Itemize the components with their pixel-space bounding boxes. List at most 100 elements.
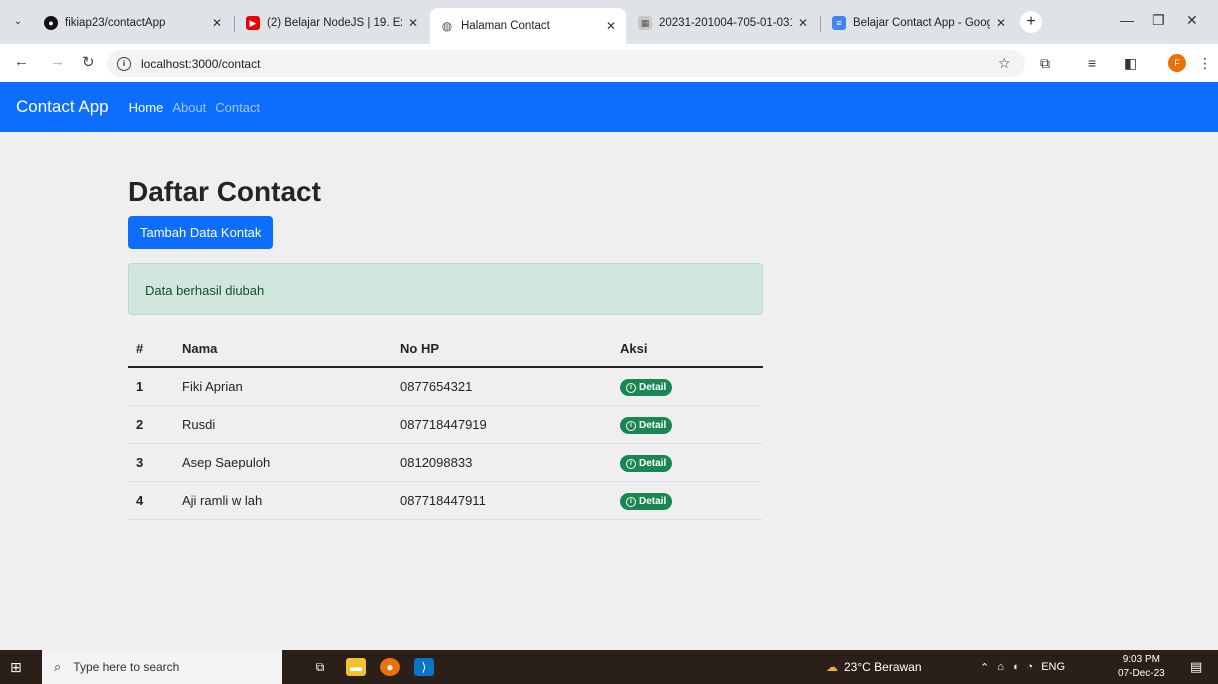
table-row: 3 Asep Saepuloh 0812098833 i Detail	[128, 443, 763, 482]
side-panel-icon[interactable]: ◧	[1124, 55, 1137, 72]
close-tab-icon[interactable]: ✕	[408, 16, 418, 30]
profile-avatar[interactable]: F	[1168, 54, 1186, 72]
taskbar-clock[interactable]: 9:03 PM 07-Dec-23	[1118, 653, 1165, 681]
extensions-icon[interactable]: ⧉	[1040, 55, 1050, 72]
close-tab-icon[interactable]: ✕	[996, 16, 1006, 30]
docs-icon: ≡	[832, 16, 846, 30]
address-bar[interactable]: i localhost:3000/contact	[107, 50, 1025, 77]
weather-text: 23°C Berawan	[844, 660, 922, 674]
column-header: No HP	[392, 331, 612, 368]
page-title: Daftar Contact	[128, 176, 321, 207]
new-tab-button[interactable]: +	[1020, 11, 1042, 33]
language-indicator[interactable]: ENG	[1041, 661, 1065, 673]
clock-time: 9:03 PM	[1122, 654, 1160, 665]
table-header-row: # Nama No HP Aksi	[128, 331, 763, 368]
browser-tab-strip: ⌄ ● fikiap23/contactApp ✕ ▶ (2) Belajar …	[0, 0, 1218, 44]
browser-tab[interactable]: ≡ Belajar Contact App - Goog ✕	[822, 8, 1016, 38]
more-menu-icon[interactable]: ⋮	[1198, 55, 1212, 72]
table-row: 4 Aji ramli w lah 087718447911 i Detail	[128, 481, 763, 520]
detail-label: Detail	[639, 458, 667, 469]
browser-tab[interactable]: ▶ (2) Belajar NodeJS | 19. Expr ✕	[236, 8, 428, 38]
restore-icon[interactable]: ❐	[1152, 12, 1165, 29]
nav-link-home[interactable]: Home	[129, 100, 164, 115]
weather-widget[interactable]: ☁ 23°C Berawan	[826, 650, 922, 684]
detail-label: Detail	[639, 420, 667, 431]
bookmark-star-icon[interactable]: ☆	[998, 55, 1011, 72]
contact-name: Rusdi	[174, 405, 392, 444]
tab-title: (2) Belajar NodeJS | 19. Expr	[267, 17, 402, 29]
contact-name: Fiki Aprian	[174, 367, 392, 406]
volume-icon[interactable]: ◖	[1012, 661, 1019, 673]
youtube-icon: ▶	[246, 16, 260, 30]
info-icon: i	[626, 420, 636, 431]
column-header: Nama	[174, 331, 392, 368]
contact-phone: 0812098833	[392, 443, 612, 482]
contact-phone: 087718447911	[392, 481, 612, 520]
contact-name: Aji ramli w lah	[174, 481, 392, 520]
row-number: 3	[128, 443, 174, 482]
system-tray: ⌃ ⌂ ◖ ◔ ENG	[980, 650, 1065, 684]
weather-icon: ☁	[826, 660, 838, 674]
info-icon: i	[626, 458, 636, 469]
vscode-icon[interactable]: ⟩	[414, 658, 434, 676]
row-number: 1	[128, 367, 174, 406]
contact-name: Asep Saepuloh	[174, 443, 392, 482]
task-view-icon[interactable]: ⧉	[310, 658, 330, 676]
close-window-icon[interactable]: ✕	[1186, 12, 1198, 29]
detail-label: Detail	[639, 382, 667, 393]
detail-button[interactable]: i Detail	[620, 379, 673, 396]
chrome-icon[interactable]: ●	[380, 658, 400, 676]
detail-button[interactable]: i Detail	[620, 417, 673, 434]
site-navbar: Contact App Home About Contact	[0, 82, 1218, 132]
tab-separator	[234, 16, 235, 32]
windows-start-icon[interactable]: ⊞	[10, 659, 22, 676]
main-content: Daftar Contact Tambah Data Kontak Data b…	[128, 176, 763, 520]
tab-title: 20231-201004-705-01-031: L	[659, 17, 792, 29]
notification-icon[interactable]: ▤	[1190, 650, 1202, 684]
browser-tab-active[interactable]: ◍ Halaman Contact ✕	[430, 8, 626, 44]
close-tab-icon[interactable]: ✕	[212, 16, 222, 30]
globe-icon: ◍	[441, 19, 453, 33]
close-tab-icon[interactable]: ✕	[606, 19, 616, 33]
nav-link-contact[interactable]: Contact	[215, 100, 260, 115]
file-explorer-icon[interactable]: ▬	[346, 658, 366, 676]
nav-link-about[interactable]: About	[172, 100, 206, 115]
site-info-icon[interactable]: i	[117, 56, 131, 71]
row-number: 2	[128, 405, 174, 444]
reading-list-icon[interactable]: ≡	[1088, 55, 1096, 71]
column-header: Aksi	[612, 331, 763, 368]
network-icon[interactable]: ⌂	[997, 661, 1004, 673]
minimize-icon[interactable]: —	[1120, 12, 1134, 28]
tab-title: Halaman Contact	[461, 20, 550, 32]
success-alert: Data berhasil diubah	[128, 263, 763, 315]
detail-label: Detail	[639, 496, 667, 507]
github-icon: ●	[44, 16, 58, 30]
detail-button[interactable]: i Detail	[620, 455, 673, 472]
browser-tab[interactable]: ● fikiap23/contactApp ✕	[34, 8, 232, 38]
detail-button[interactable]: i Detail	[620, 493, 673, 510]
tab-title: Belajar Contact App - Goog	[853, 17, 990, 29]
table-row: 2 Rusdi 087718447919 i Detail	[128, 405, 763, 444]
tray-chevron-icon[interactable]: ⌃	[980, 661, 989, 674]
windows-taskbar: ⊞ ⌕ Type here to search ⧉ ▬ ● ⟩ ☁ 23°C B…	[0, 650, 1218, 684]
row-number: 4	[128, 481, 174, 520]
classroom-icon: ▦	[638, 16, 652, 30]
reload-icon[interactable]: ↻	[82, 53, 95, 71]
tab-search-chevron-icon[interactable]: ⌄	[8, 11, 28, 31]
forward-icon[interactable]: →	[50, 53, 65, 70]
back-icon[interactable]: ←	[14, 53, 29, 70]
tab-separator	[820, 16, 821, 32]
search-icon: ⌕	[54, 659, 62, 674]
url-text: localhost:3000/contact	[141, 56, 261, 71]
close-tab-icon[interactable]: ✕	[798, 16, 808, 30]
table-row: 1 Fiki Aprian 0877654321 i Detail	[128, 367, 763, 406]
clock-date: 07-Dec-23	[1118, 668, 1165, 679]
browser-tab[interactable]: ▦ 20231-201004-705-01-031: L ✕	[628, 8, 818, 38]
info-icon: i	[626, 382, 636, 393]
browser-toolbar: ← → ↻ i localhost:3000/contact ☆ ⧉ ≡ ◧ F…	[0, 44, 1218, 82]
contact-phone: 087718447919	[392, 405, 612, 444]
wifi-icon[interactable]: ◔	[1027, 661, 1034, 673]
taskbar-search-box[interactable]: ⌕ Type here to search	[42, 650, 282, 684]
add-contact-button[interactable]: Tambah Data Kontak	[128, 216, 274, 249]
navbar-brand[interactable]: Contact App	[16, 97, 109, 117]
